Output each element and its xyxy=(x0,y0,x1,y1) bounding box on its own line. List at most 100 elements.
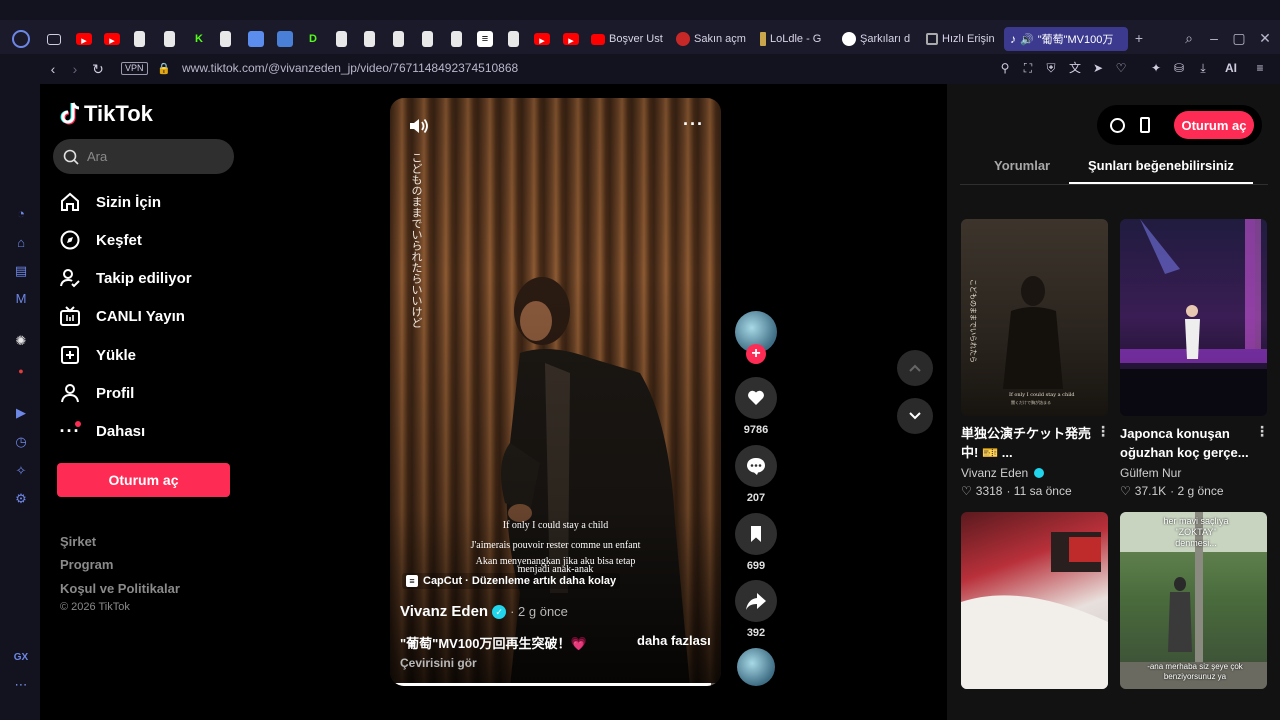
snapshot-icon[interactable]: ⛶ xyxy=(1020,60,1036,76)
tab-youtube-icon[interactable]: ▸ xyxy=(534,33,550,47)
minimize-icon[interactable]: – xyxy=(1206,30,1222,46)
extensions-icon[interactable]: ✦ xyxy=(1148,60,1164,76)
card-author[interactable]: Vivanz Eden xyxy=(961,466,1045,480)
menu-icon[interactable]: ≡ xyxy=(1252,60,1268,76)
tab-youtube-icon[interactable]: ▸ xyxy=(76,33,92,47)
nav-live[interactable]: CANLI Yayın xyxy=(58,301,248,331)
share-button[interactable] xyxy=(735,580,777,622)
tiktok-logo[interactable]: TikTok xyxy=(60,101,153,127)
suggested-video-thumb[interactable]: her mavi saçlıya "ZOKTAY" denmesi... -an… xyxy=(1120,512,1267,689)
like-button[interactable] xyxy=(735,377,777,419)
speed-dial-icon[interactable]: ◔ xyxy=(12,205,30,223)
tab-translate-icon[interactable] xyxy=(277,31,293,47)
tab-bosver[interactable]: Boşver Ust xyxy=(591,28,663,50)
vpn-badge[interactable]: VPN xyxy=(121,62,148,75)
search-input[interactable] xyxy=(87,149,217,164)
footer-terms[interactable]: Koşul ve Politikalar xyxy=(60,581,180,596)
wallet-icon[interactable]: ⛁ xyxy=(1171,60,1187,76)
tab-sarkilari[interactable]: Şarkıları d xyxy=(842,28,912,50)
send-icon[interactable]: ➤ xyxy=(1090,60,1106,76)
suggested-video-title[interactable]: Japonca konuşan oğuzhan koç gerçe... xyxy=(1120,424,1252,462)
nav-more[interactable]: ··· Dahası xyxy=(58,416,248,446)
chatgpt-icon[interactable]: ✺ xyxy=(12,332,30,350)
search-box[interactable] xyxy=(53,139,234,174)
coin-icon[interactable] xyxy=(1110,118,1125,133)
nav-profile[interactable]: Profil xyxy=(58,378,248,408)
settings-icon[interactable]: ⚙ xyxy=(12,490,30,508)
login-button[interactable]: Oturum aç xyxy=(57,463,230,497)
ai-icon[interactable]: AI xyxy=(1218,60,1244,76)
speaker-icon[interactable]: 🔊 xyxy=(1020,33,1034,46)
gx-icon[interactable]: GX xyxy=(12,649,30,667)
search-tabs-icon[interactable]: ⌕ xyxy=(1181,30,1197,46)
capcut-banner[interactable]: ≡ CapCut · Düzenleme artık daha kolay xyxy=(402,573,621,589)
tab-d-icon[interactable]: D xyxy=(305,31,321,47)
tab-page-icon[interactable] xyxy=(508,31,519,47)
tab-page-icon[interactable] xyxy=(336,31,347,47)
tab-page-icon[interactable] xyxy=(164,31,175,47)
comment-button[interactable] xyxy=(735,445,777,487)
url-text[interactable]: www.tiktok.com/@vivanzeden_jp/video/7671… xyxy=(182,61,518,75)
extensions-icon[interactable]: ✧ xyxy=(12,462,30,480)
messenger-icon[interactable]: M xyxy=(12,290,30,308)
video-author-row[interactable]: Vivanz Eden ✓ · 2 g önce xyxy=(400,603,568,620)
tab-page-icon[interactable] xyxy=(364,31,375,47)
translate-icon[interactable]: 文 xyxy=(1067,60,1083,76)
nav-explore[interactable]: Keşfet xyxy=(58,225,248,255)
close-icon[interactable]: ✕ xyxy=(1257,30,1273,46)
suggested-video-thumb[interactable] xyxy=(1120,219,1267,416)
tab-sakin[interactable]: Sakın açm xyxy=(676,28,746,50)
active-tab[interactable]: ♪ 🔊 "葡萄"MV100万 xyxy=(1004,27,1128,51)
device-icon[interactable] xyxy=(1140,117,1150,133)
video-options-icon[interactable]: ··· xyxy=(683,114,704,135)
shield-icon[interactable]: ⛨ xyxy=(1043,60,1059,76)
bot-icon[interactable]: ⌂ xyxy=(12,234,30,252)
video-progress-bar[interactable] xyxy=(390,683,721,686)
card-author[interactable]: Gülfem Nur xyxy=(1120,466,1181,480)
tab-gamepad-icon[interactable] xyxy=(47,34,61,45)
tab-page-icon[interactable] xyxy=(220,31,231,47)
tab-hizli-erisim[interactable]: Hızlı Erişin xyxy=(926,28,996,50)
pin-icon[interactable]: ⚲ xyxy=(997,60,1013,76)
music-disc-avatar[interactable] xyxy=(737,648,775,686)
nav-for-you[interactable]: Sizin İçin xyxy=(58,187,248,217)
more-icon[interactable]: ⋯ xyxy=(12,676,30,694)
download-icon[interactable]: ⤓ xyxy=(1195,60,1211,76)
tab-page-icon[interactable] xyxy=(422,31,433,47)
reload-icon[interactable]: ↻ xyxy=(88,59,108,79)
save-button[interactable] xyxy=(735,513,777,555)
tab-youtube-icon[interactable]: ▸ xyxy=(104,33,120,47)
back-icon[interactable]: ‹ xyxy=(43,59,63,79)
footer-program[interactable]: Program xyxy=(60,557,113,572)
video-player[interactable]: ··· こどものままでいられたらいいけど If only I could sta… xyxy=(390,98,721,686)
browser-logo-icon[interactable] xyxy=(12,30,30,48)
card-options-icon[interactable]: ⋮ xyxy=(1096,423,1110,440)
more-link[interactable]: daha fazlası xyxy=(637,633,711,648)
previous-video-button[interactable] xyxy=(897,350,933,386)
tab-comments[interactable]: Yorumlar xyxy=(994,158,1050,173)
tab-kick-icon[interactable]: K xyxy=(191,31,207,47)
tab-page-icon[interactable] xyxy=(393,31,404,47)
author-name[interactable]: Vivanz Eden xyxy=(400,603,488,620)
tab-page-icon[interactable] xyxy=(134,31,145,47)
suggested-video-thumb[interactable] xyxy=(961,512,1108,689)
tab-page-icon[interactable] xyxy=(451,31,462,47)
nav-following[interactable]: Takip ediliyor xyxy=(58,263,248,293)
tab-you-may-like[interactable]: Şunları beğenebilirsiniz xyxy=(1088,158,1234,173)
tab-capcut-icon[interactable]: ≡ xyxy=(477,31,493,47)
tab-loldle[interactable]: LoLdle - G xyxy=(760,28,828,50)
lock-icon[interactable]: 🔒 xyxy=(154,59,174,79)
tab-youtube-icon[interactable]: ▸ xyxy=(563,33,579,47)
player-icon[interactable]: ▶ xyxy=(12,404,30,422)
follow-plus-icon[interactable]: + xyxy=(746,344,766,364)
sound-icon[interactable] xyxy=(407,115,429,137)
suggested-video-thumb[interactable]: こどものままでいられたら If only I could stay a chil… xyxy=(961,219,1108,416)
card-options-icon[interactable]: ⋮ xyxy=(1255,423,1269,440)
twitch-icon[interactable]: ▤ xyxy=(12,262,30,280)
footer-company[interactable]: Şirket xyxy=(60,534,96,549)
forward-icon[interactable]: › xyxy=(65,59,85,79)
new-tab-button[interactable]: + xyxy=(1131,30,1147,46)
maximize-icon[interactable]: ▢ xyxy=(1231,30,1247,46)
translate-link[interactable]: Çevirisini gör xyxy=(400,656,477,670)
next-video-button[interactable] xyxy=(897,398,933,434)
